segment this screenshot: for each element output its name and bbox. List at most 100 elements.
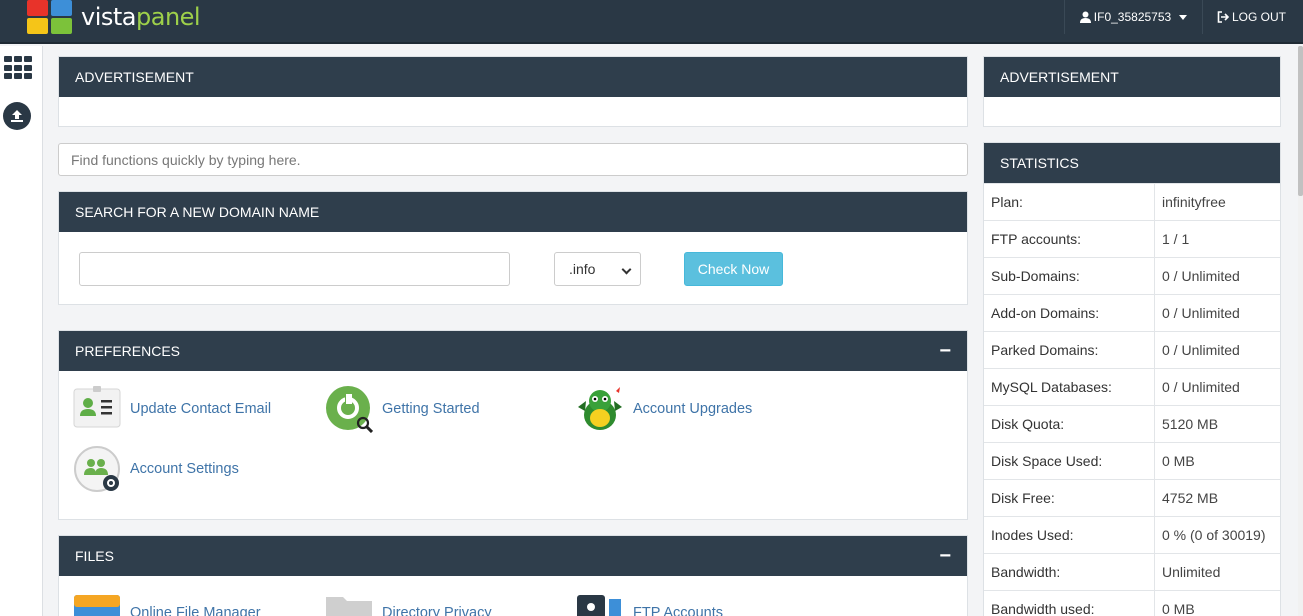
stats-row-disk-space-used: Disk Space Used: 0 MB [984,442,1280,480]
stats-key: Bandwidth used: [991,601,1095,616]
files-title: FILES [75,548,114,564]
chevron-down-icon [1179,14,1188,20]
stats-row-bandwidth-used: Bandwidth used: 0 MB [984,590,1280,616]
check-now-button[interactable]: Check Now [684,252,783,286]
stats-row-plan: Plan: infinityfree [984,183,1280,221]
stats-key: Sub-Domains: [991,268,1080,284]
logout-button[interactable]: LOG OUT [1202,0,1300,34]
stats-row-sub-domains: Sub-Domains: 0 / Unlimited [984,257,1280,295]
stats-row-addon-domains: Add-on Domains: 0 / Unlimited [984,294,1280,332]
stats-value: 1 / 1 [1162,231,1190,247]
stats-row-parked-domains: Parked Domains: 0 / Unlimited [984,331,1280,369]
stats-row-bandwidth: Bandwidth: Unlimited [984,553,1280,591]
stats-value: 4752 MB [1162,490,1219,506]
pref-item-getting-started[interactable]: Getting Started [325,385,480,434]
stats-row-inodes-used: Inodes Used: 0 % (0 of 30019) [984,516,1280,554]
stats-value: 0 / Unlimited [1162,342,1240,358]
folder-icon [325,589,373,616]
vistapanel-logo[interactable]: vistapanel [27,0,201,34]
stats-key: Disk Free: [991,490,1055,506]
stats-key: Disk Space Used: [991,453,1103,469]
left-sidebar [0,46,43,616]
tld-select[interactable]: .info [554,252,641,286]
logo-text-part2: panel [136,3,201,31]
user-icon [1079,11,1091,23]
page-scrollbar[interactable] [1298,46,1303,616]
stats-value: Unlimited [1162,564,1221,580]
scrollbar-thumb[interactable] [1298,46,1303,196]
check-now-label: Check Now [697,261,770,277]
user-menu-dropdown[interactable]: IF0_35825753 [1064,0,1202,34]
domain-search-title: SEARCH FOR A NEW DOMAIN NAME [75,204,320,220]
function-search-input[interactable] [58,143,968,176]
stats-key: FTP accounts: [991,231,1082,247]
files-item-label: FTP Accounts [633,605,723,616]
stats-value: 5120 MB [1162,416,1219,432]
pref-item-label: Update Contact Email [130,401,272,417]
statistics-header: STATISTICS [984,143,1280,183]
dragon-mascot-icon [576,385,624,433]
preferences-header: PREFERENCES − [59,331,967,371]
statistics-panel: STATISTICS Plan: infinityfree FTP account… [983,142,1281,616]
domain-name-input[interactable] [79,252,510,286]
top-navbar: vistapanel IF0_35825753 LOG OUT [0,0,1303,44]
logout-label: LOG OUT [1231,10,1286,24]
chevron-down-icon [621,264,632,275]
advertisement-header-side: ADVERTISEMENT [984,57,1280,97]
preferences-title: PREFERENCES [75,343,181,359]
pref-item-account-upgrades[interactable]: Account Upgrades [576,385,752,433]
getting-started-icon [325,385,374,434]
apps-grid-icon[interactable] [4,56,32,80]
stats-value: 0 MB [1162,601,1195,616]
stats-key: Add-on Domains: [991,305,1100,321]
stats-key: Disk Quota: [991,416,1065,432]
logo-squares-icon [27,0,73,34]
stats-key: Bandwidth: [991,564,1061,580]
collapse-icon[interactable]: − [939,331,951,371]
stats-key: Parked Domains: [991,342,1099,358]
stats-key: Inodes Used: [991,527,1074,543]
advertisement-header-main: ADVERTISEMENT [59,57,967,97]
stats-value: 0 / Unlimited [1162,268,1240,284]
files-panel: FILES − Online File Manager Directory Pr… [58,535,968,616]
file-manager-icon [73,589,121,616]
preferences-panel: PREFERENCES − Update Contact Email Getti… [58,330,968,520]
stats-value: 0 MB [1162,453,1195,469]
domain-search-panel: SEARCH FOR A NEW DOMAIN NAME .info Check… [58,191,968,305]
files-item-label: Directory Privacy [382,605,492,616]
collapse-icon[interactable]: − [939,536,951,576]
account-settings-icon [73,445,121,493]
stats-value: 0 % (0 of 30019) [1162,527,1266,543]
pref-item-update-contact-email[interactable]: Update Contact Email [73,385,271,433]
pref-item-label: Account Upgrades [633,401,753,417]
ftp-accounts-icon [576,589,624,616]
files-item-label: Online File Manager [130,605,261,616]
files-item-ftp-accounts[interactable]: FTP Accounts [576,589,723,616]
stats-value: 0 / Unlimited [1162,305,1240,321]
upload-icon[interactable] [3,102,31,130]
statistics-title: STATISTICS [1000,155,1079,171]
tld-selected-value: .info [569,261,596,277]
pref-item-account-settings[interactable]: Account Settings [73,445,239,493]
domain-search-header: SEARCH FOR A NEW DOMAIN NAME [59,192,967,232]
files-header: FILES − [59,536,967,576]
logo-text: vistapanel [81,0,201,34]
stats-value: 0 / Unlimited [1162,379,1240,395]
logo-text-part1: vista [81,3,137,31]
stats-row-disk-quota: Disk Quota: 5120 MB [984,405,1280,443]
advertisement-panel-side: ADVERTISEMENT [983,56,1281,127]
statistics-table: Plan: infinityfree FTP accounts: 1 / 1 Sub… [984,183,1280,616]
stats-row-ftp-accounts: FTP accounts: 1 / 1 [984,220,1280,258]
files-item-directory-privacy[interactable]: Directory Privacy [325,589,492,616]
username-label: IF0_35825753 [1093,10,1172,24]
stats-row-disk-free: Disk Free: 4752 MB [984,479,1280,517]
logout-icon [1217,11,1229,23]
stats-key: MySQL Databases: [991,379,1112,395]
stats-value: infinityfree [1162,194,1226,210]
pref-item-label: Account Settings [130,461,239,477]
files-item-online-file-manager[interactable]: Online File Manager [73,589,261,616]
stats-key: Plan: [991,194,1023,210]
advertisement-title-main: ADVERTISEMENT [75,69,194,85]
advertisement-panel-main: ADVERTISEMENT [58,56,968,127]
stats-row-mysql-databases: MySQL Databases: 0 / Unlimited [984,368,1280,406]
